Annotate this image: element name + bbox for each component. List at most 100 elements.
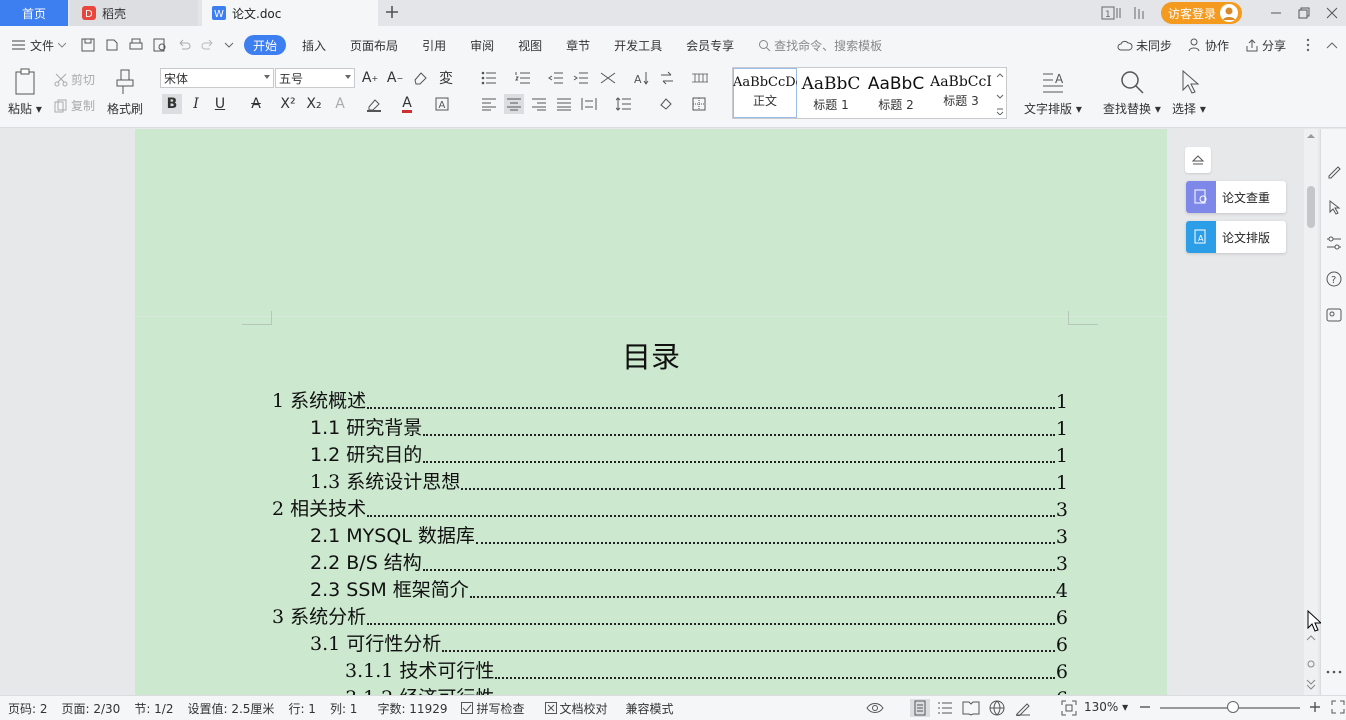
align-left-icon[interactable] bbox=[479, 94, 499, 114]
find-replace-button[interactable]: 查找替换 ▾ bbox=[1103, 68, 1161, 117]
font-family-select[interactable]: 宋体 bbox=[160, 68, 274, 88]
toc-entry[interactable]: 2.3 SSM 框架简介 4 bbox=[310, 579, 1068, 602]
save-icon[interactable] bbox=[80, 37, 96, 53]
show-marks-icon[interactable] bbox=[657, 68, 677, 88]
shrink-font-icon[interactable]: A − bbox=[385, 68, 405, 88]
distribute-icon[interactable] bbox=[579, 94, 599, 114]
image-tool-icon[interactable] bbox=[1326, 307, 1342, 323]
pinyin-icon[interactable]: 変 bbox=[436, 68, 456, 88]
help-icon[interactable]: ? bbox=[1326, 271, 1342, 287]
shading-icon[interactable] bbox=[656, 94, 676, 114]
paste-button[interactable]: 粘贴 ▾ bbox=[8, 68, 42, 117]
toc-entry[interactable]: 1.1 研究背景 1 bbox=[310, 417, 1068, 440]
font-color-icon[interactable]: A bbox=[397, 94, 417, 114]
sync-button[interactable]: 未同步 bbox=[1117, 37, 1172, 54]
minimize-icon[interactable] bbox=[1262, 0, 1290, 26]
pointer-icon[interactable] bbox=[1326, 199, 1342, 215]
eye-icon[interactable] bbox=[866, 701, 884, 715]
menu-references[interactable]: 引用 bbox=[410, 35, 458, 55]
command-search[interactable]: 查找命令、搜索模板 bbox=[746, 35, 894, 55]
collapse-panel-button[interactable] bbox=[1185, 147, 1211, 173]
cut-button[interactable]: 剪切 bbox=[54, 71, 95, 88]
tab-document[interactable]: W 论文.doc bbox=[202, 0, 378, 26]
toc-entry[interactable]: 2.1 MYSQL 数据库 3 bbox=[310, 525, 1068, 548]
font-size-select[interactable]: 五号 bbox=[275, 68, 355, 88]
align-right-icon[interactable] bbox=[529, 94, 549, 114]
fullscreen-icon[interactable] bbox=[1331, 700, 1345, 714]
grow-font-icon[interactable]: A + bbox=[360, 68, 380, 88]
document-page[interactable]: 目录 1 系统概述 1 1.1 研究背景 1 1.2 研究目的 1 1.3 系统设计思想 1 2… bbox=[135, 129, 1167, 695]
toc-entry[interactable]: 3.1.1 技术可行性 6 bbox=[345, 660, 1068, 683]
layout-icon[interactable]: 1 bbox=[1097, 0, 1125, 26]
strikethrough-icon[interactable]: A bbox=[246, 94, 266, 114]
guest-login-button[interactable]: 访客登录 bbox=[1160, 2, 1242, 24]
justify-icon[interactable] bbox=[554, 94, 574, 114]
history-icon[interactable] bbox=[1125, 0, 1153, 26]
highlight-icon[interactable] bbox=[364, 94, 384, 114]
status-words[interactable]: 字数: 11929 bbox=[377, 700, 447, 717]
fit-page-icon[interactable] bbox=[1061, 700, 1077, 716]
web-view-icon[interactable] bbox=[989, 700, 1005, 716]
zoom-slider-knob[interactable] bbox=[1227, 701, 1239, 713]
italic-icon[interactable]: I bbox=[186, 94, 206, 114]
select-button[interactable]: 选择 ▾ bbox=[1172, 68, 1206, 117]
print-icon[interactable] bbox=[128, 37, 144, 53]
toc-entry[interactable]: 1.3 系统设计思想 1 bbox=[310, 471, 1068, 494]
menu-review[interactable]: 审阅 bbox=[458, 35, 506, 55]
style-normal[interactable]: AaBbCcDd 正文 bbox=[733, 68, 797, 118]
sort-icon[interactable]: A bbox=[632, 68, 652, 88]
menu-view[interactable]: 视图 bbox=[506, 35, 554, 55]
toc-entry[interactable]: 3.1 可行性分析 6 bbox=[310, 633, 1068, 656]
numbered-list-icon[interactable] bbox=[513, 68, 533, 88]
more-icon[interactable] bbox=[1306, 38, 1310, 52]
styles-scroll-icon[interactable] bbox=[996, 71, 1004, 115]
tab-stops-icon[interactable] bbox=[690, 68, 710, 88]
style-heading-3[interactable]: AaBbCcI 标题 3 bbox=[929, 68, 993, 118]
customize-qat-icon[interactable] bbox=[224, 37, 234, 53]
menu-chapter[interactable]: 章节 bbox=[554, 35, 602, 55]
print-preview-icon[interactable] bbox=[152, 37, 168, 53]
decrease-indent-icon[interactable] bbox=[546, 68, 566, 88]
menu-insert[interactable]: 插入 bbox=[290, 35, 338, 55]
toc-entry[interactable]: 3.1.2 经济可行性6 bbox=[345, 687, 1068, 695]
sidebar-more-icon[interactable] bbox=[1326, 669, 1342, 675]
subscript-icon[interactable]: X₂ bbox=[304, 94, 324, 114]
tab-daoke[interactable]: D 稻壳 bbox=[70, 0, 198, 26]
tab-home[interactable]: 首页 bbox=[0, 0, 68, 26]
toc-entry[interactable]: 1.2 研究目的 1 bbox=[310, 444, 1068, 467]
toc-entry[interactable]: 2 相关技术 3 bbox=[272, 498, 1068, 521]
proofread-button[interactable]: 文档校对 bbox=[544, 700, 608, 717]
export-icon[interactable] bbox=[104, 37, 120, 53]
chinese-layout-icon[interactable] bbox=[598, 68, 618, 88]
zoom-in-icon[interactable] bbox=[1309, 700, 1321, 714]
toc-entry[interactable]: 2.2 B/S 结构 3 bbox=[310, 552, 1068, 575]
toc-entry[interactable]: 1 系统概述 1 bbox=[272, 390, 1068, 413]
new-tab-icon[interactable] bbox=[383, 3, 401, 21]
superscript-icon[interactable]: X² bbox=[278, 94, 298, 114]
outline-view-icon[interactable] bbox=[937, 700, 953, 716]
zoom-out-icon[interactable] bbox=[1139, 700, 1151, 714]
bold-icon[interactable]: B bbox=[162, 94, 182, 114]
menu-member[interactable]: 会员专享 bbox=[674, 35, 746, 55]
menu-file[interactable]: 文件 bbox=[0, 35, 78, 55]
style-heading-2[interactable]: AaBbC 标题 2 bbox=[864, 68, 928, 118]
scrollbar-thumb[interactable] bbox=[1307, 186, 1315, 228]
spell-check-button[interactable]: 拼写检查 bbox=[461, 700, 525, 717]
copy-button[interactable]: 复制 bbox=[54, 97, 95, 114]
paper-layout-button[interactable]: A 论文排版 bbox=[1186, 221, 1286, 253]
sliders-icon[interactable] bbox=[1326, 235, 1342, 251]
text-effect-icon[interactable]: A bbox=[330, 94, 350, 114]
toc-entry[interactable]: 3 系统分析 6 bbox=[272, 606, 1068, 629]
align-center-icon[interactable] bbox=[504, 94, 524, 114]
text-layout-button[interactable]: A 文字排版 ▾ bbox=[1024, 68, 1082, 117]
undo-icon[interactable] bbox=[176, 37, 192, 53]
bullet-list-icon[interactable] bbox=[479, 68, 499, 88]
menu-dev-tools[interactable]: 开发工具 bbox=[602, 35, 674, 55]
share-button[interactable]: 分享 bbox=[1245, 37, 1286, 54]
menu-page-layout[interactable]: 页面布局 bbox=[338, 35, 410, 55]
collapse-ribbon-icon[interactable] bbox=[1326, 41, 1338, 49]
redo-icon[interactable] bbox=[200, 37, 216, 53]
line-spacing-icon[interactable] bbox=[614, 94, 634, 114]
scroll-up-page-icon[interactable] bbox=[1306, 634, 1316, 690]
paper-check-button[interactable]: 论文查重 bbox=[1186, 181, 1286, 213]
